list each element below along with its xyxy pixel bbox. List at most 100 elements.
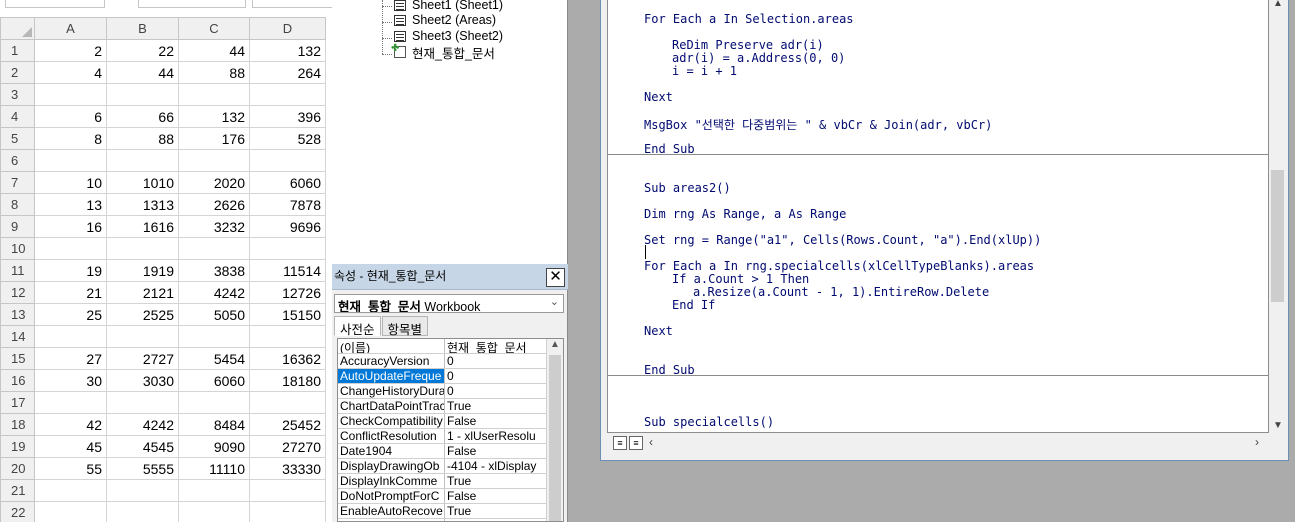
- property-name[interactable]: DoNotPromptForC: [338, 489, 445, 503]
- property-name[interactable]: EnableAutoRecove: [338, 504, 445, 518]
- row-header[interactable]: 14: [0, 325, 35, 348]
- cell[interactable]: [106, 391, 179, 414]
- property-row[interactable]: CheckCompatibility False: [338, 414, 546, 429]
- property-name[interactable]: DisplayDrawingOb: [338, 459, 445, 473]
- cell[interactable]: [178, 149, 250, 172]
- project-node-sheet2[interactable]: Sheet2 (Areas): [394, 12, 496, 28]
- row-header[interactable]: 7: [0, 171, 35, 194]
- row-header[interactable]: 15: [0, 347, 35, 370]
- cell[interactable]: 264: [249, 61, 326, 84]
- row-header[interactable]: 9: [0, 215, 35, 238]
- property-value[interactable]: False: [445, 444, 546, 458]
- row-header[interactable]: 4: [0, 105, 35, 128]
- worksheet-row[interactable]: 20 55 5555 11110 33330: [0, 457, 326, 480]
- cell[interactable]: 5555: [106, 457, 179, 480]
- code-line[interactable]: End If: [672, 298, 715, 312]
- code-window[interactable]: For Each a In Selection.areas ReDim Pres…: [600, 0, 1289, 461]
- cell[interactable]: [178, 479, 250, 502]
- cell[interactable]: 19: [34, 259, 107, 282]
- property-row[interactable]: DisplayDrawingOb -4104 - xlDisplay: [338, 459, 546, 474]
- worksheet-row[interactable]: 13 25 2525 5050 15150: [0, 303, 326, 326]
- cell[interactable]: 88: [106, 127, 179, 150]
- row-header[interactable]: 6: [0, 149, 35, 172]
- cell[interactable]: 132: [178, 105, 250, 128]
- property-name[interactable]: Date1904: [338, 444, 445, 458]
- cell[interactable]: [106, 501, 179, 522]
- object-selector[interactable]: 현재_통합_문서 Workbook ⌄: [334, 294, 564, 313]
- code-line[interactable]: For Each a In rng.specialcells(xlCellTyp…: [644, 259, 1034, 273]
- cell[interactable]: 27270: [249, 435, 326, 458]
- properties-grid[interactable]: (이름) 현재_통합_문서 AccuracyVersion 0 AutoUpdateFr…: [337, 338, 564, 522]
- procedure-view-icon[interactable]: ≡: [613, 436, 627, 450]
- cell[interactable]: 2121: [106, 281, 179, 304]
- cell[interactable]: 6: [34, 105, 107, 128]
- worksheet-row[interactable]: 22: [0, 501, 326, 522]
- cell[interactable]: 1616: [106, 215, 179, 238]
- cell[interactable]: [178, 501, 250, 522]
- worksheet-row[interactable]: 1 2 22 44 132: [0, 39, 326, 62]
- cell[interactable]: 22: [106, 39, 179, 62]
- worksheet-row[interactable]: 9 16 1616 3232 9696: [0, 215, 326, 238]
- property-value[interactable]: 0: [445, 369, 546, 383]
- cell[interactable]: 1313: [106, 193, 179, 216]
- cell[interactable]: [106, 149, 179, 172]
- tab-alphabetic[interactable]: 사전순: [334, 316, 381, 337]
- worksheet-row[interactable]: 7 10 1010 2020 6060: [0, 171, 326, 194]
- scroll-right-icon[interactable]: ›: [1255, 435, 1259, 449]
- worksheet-row[interactable]: 16 30 3030 6060 18180: [0, 369, 326, 392]
- cell[interactable]: [249, 479, 326, 502]
- property-name[interactable]: ChartDataPointTrac: [338, 399, 445, 413]
- cell[interactable]: 6060: [249, 171, 326, 194]
- row-header[interactable]: 3: [0, 83, 35, 106]
- cell[interactable]: [249, 149, 326, 172]
- cell[interactable]: 25: [34, 303, 107, 326]
- code-line[interactable]: adr(i) = a.Address(0, 0): [672, 51, 845, 65]
- cell[interactable]: 528: [249, 127, 326, 150]
- worksheet-row[interactable]: 17: [0, 391, 326, 414]
- cell[interactable]: 2626: [178, 193, 250, 216]
- cell[interactable]: 11110: [178, 457, 250, 480]
- code-line[interactable]: Sub specialcells(): [644, 415, 774, 429]
- properties-scrollbar[interactable]: ▲: [546, 339, 563, 521]
- scroll-left-icon[interactable]: ‹: [649, 435, 653, 449]
- cell[interactable]: 44: [106, 61, 179, 84]
- property-value[interactable]: 1 - xlUserResolu: [445, 429, 546, 443]
- cell[interactable]: 55: [34, 457, 107, 480]
- cell[interactable]: 9696: [249, 215, 326, 238]
- cell[interactable]: [249, 391, 326, 414]
- code-line[interactable]: Dim rng As Range, a As Range: [644, 207, 846, 221]
- cell[interactable]: 4545: [106, 435, 179, 458]
- cell[interactable]: 132: [249, 39, 326, 62]
- cell[interactable]: 2727: [106, 347, 179, 370]
- code-vertical-scrollbar[interactable]: ▲ ▼: [1269, 0, 1286, 433]
- cell[interactable]: [34, 501, 107, 522]
- property-row[interactable]: Date1904 False: [338, 444, 546, 459]
- cell[interactable]: 3838: [178, 259, 250, 282]
- cell[interactable]: 42: [34, 413, 107, 436]
- tab-categorized[interactable]: 항목별: [381, 316, 429, 337]
- property-value[interactable]: True: [445, 399, 546, 413]
- property-value[interactable]: False: [445, 489, 546, 503]
- row-header[interactable]: 2: [0, 61, 35, 84]
- select-all-corner[interactable]: [0, 17, 35, 40]
- property-name[interactable]: AutoUpdateFreque: [338, 369, 445, 383]
- property-name[interactable]: AccuracyVersion: [338, 354, 445, 368]
- excel-worksheet[interactable]: A B C D 1 2 22 44 132 2 4 44 88 264 3 4 6 66 132 396 5 8 8…: [0, 0, 332, 522]
- cell[interactable]: 2525: [106, 303, 179, 326]
- code-line[interactable]: ReDim Preserve adr(i): [672, 38, 824, 52]
- worksheet-row[interactable]: 5 8 88 176 528: [0, 127, 326, 150]
- scroll-up-icon[interactable]: ▲: [1273, 0, 1283, 9]
- property-row[interactable]: ChangeHistoryDura 0: [338, 384, 546, 399]
- project-node-thisworkbook[interactable]: 현재_통합_문서: [391, 43, 495, 61]
- cell[interactable]: 396: [249, 105, 326, 128]
- scrollbar-thumb[interactable]: [549, 355, 561, 521]
- row-header[interactable]: 18: [0, 413, 35, 436]
- property-name[interactable]: CheckCompatibility: [338, 414, 445, 428]
- property-value[interactable]: 0: [445, 354, 546, 368]
- cell[interactable]: 21: [34, 281, 107, 304]
- cell[interactable]: [249, 325, 326, 348]
- property-value[interactable]: 현재_통합_문서: [445, 339, 546, 353]
- properties-titlebar[interactable]: 속성 - 현재_통합_문서 ✕: [332, 264, 568, 290]
- full-module-view-icon[interactable]: ≡: [629, 436, 643, 450]
- cell[interactable]: 11514: [249, 259, 326, 282]
